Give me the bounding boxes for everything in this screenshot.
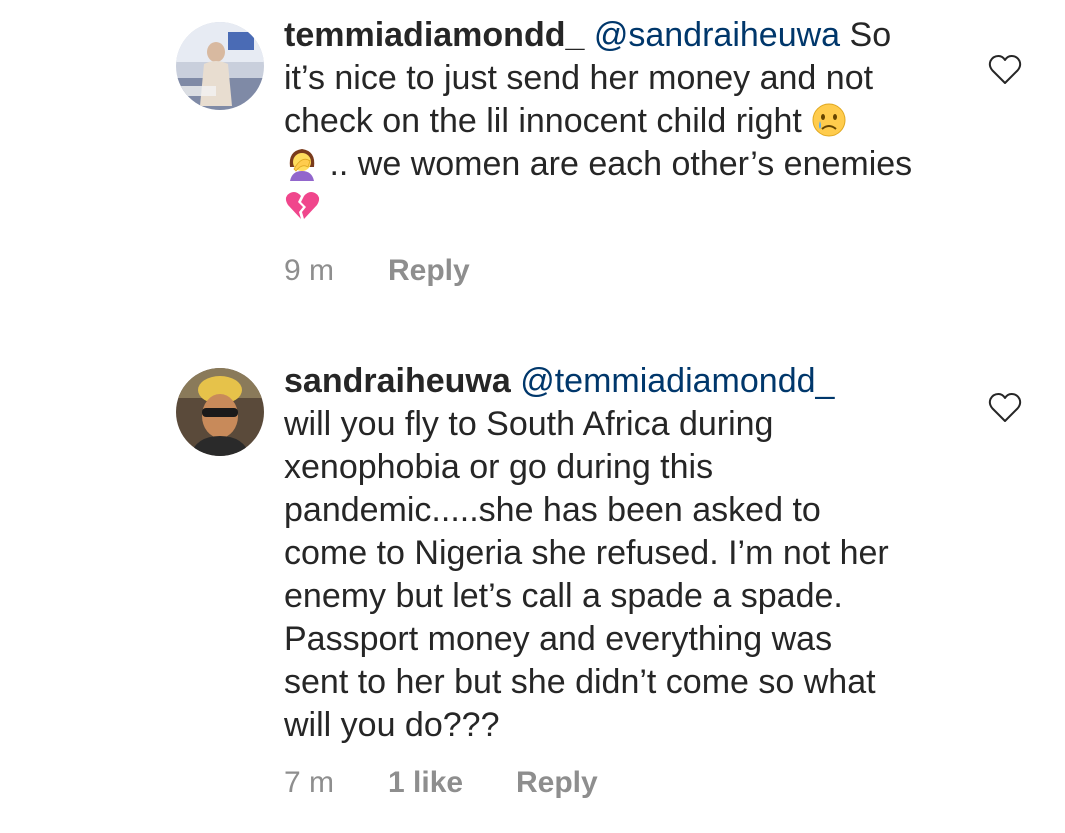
comment-text-line: enemy but let’s call a spade a spade. xyxy=(284,577,843,615)
likes-count[interactable]: 1 like xyxy=(388,766,516,800)
comment-text: sandraiheuwa @temmiadiamondd_ will you f… xyxy=(284,360,964,747)
comment-text-line: .. we women are each other’s enemies xyxy=(329,145,913,183)
comment-text-line: xenophobia or go during this xyxy=(284,448,714,486)
crying-face-icon xyxy=(811,102,847,138)
comment-time: 7 m xyxy=(284,766,335,799)
comment-text-line: check on the lil innocent child right xyxy=(284,102,802,140)
comment-mention[interactable]: @temmiadiamondd_ xyxy=(520,362,834,400)
comment-text-line: it’s nice to just send her money and not xyxy=(284,59,874,97)
comment-text: temmiadiamondd_ @sandraiheuwa So it’s ni… xyxy=(284,14,964,229)
comment-username[interactable]: temmiadiamondd_ xyxy=(284,16,584,54)
comment-time: 9 m xyxy=(284,254,335,287)
reply-button[interactable]: Reply xyxy=(516,766,598,799)
avatar[interactable] xyxy=(176,368,264,456)
comment-text-line: will you do??? xyxy=(284,706,500,744)
comment-text-line: pandemic.....she has been asked to xyxy=(284,491,821,529)
avatar[interactable] xyxy=(176,22,264,110)
comment-text-line: come to Nigeria she refused. I’m not her xyxy=(284,534,889,572)
comment-username[interactable]: sandraiheuwa xyxy=(284,362,511,400)
comment-meta: 9 m Reply xyxy=(284,254,470,288)
facepalm-woman-icon xyxy=(284,145,320,182)
comment-mention[interactable]: @sandraiheuwa xyxy=(594,16,840,54)
heart-icon[interactable] xyxy=(988,392,1022,424)
comment-text-line: So xyxy=(849,16,892,54)
reply-button[interactable]: Reply xyxy=(388,254,470,287)
comment-text-line: Passport money and everything was xyxy=(284,620,833,658)
comment-meta: 7 m 1 like Reply xyxy=(284,766,598,800)
broken-heart-icon xyxy=(284,188,320,224)
heart-icon[interactable] xyxy=(988,54,1022,86)
comment-text-line: will you fly to South Africa during xyxy=(284,405,774,443)
comment-text-line: sent to her but she didn’t come so what xyxy=(284,663,876,701)
